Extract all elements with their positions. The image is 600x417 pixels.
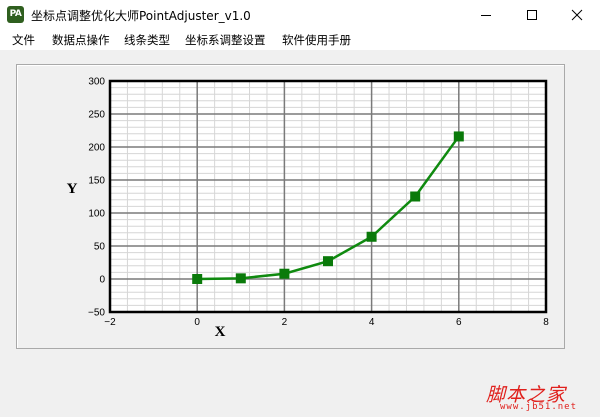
menu-bar: 文件 数据点操作 线条类型 坐标系调整设置 软件使用手册: [0, 30, 600, 50]
data-point-marker: [235, 273, 246, 284]
y-tick-label: 300: [88, 77, 105, 88]
title-bar[interactable]: PA 坐标点调整优化大师PointAdjuster_v1.0: [0, 0, 600, 30]
data-point-marker: [323, 256, 333, 267]
y-tick-labels: −50 0 50 100 150 200 250 300: [88, 77, 105, 319]
y-tick-label: 100: [88, 209, 105, 220]
chart-panel: −2 0 2 4 6 8 −50 0 50 100 150 200 250 300 X Y: [16, 64, 565, 349]
menu-file[interactable]: 文件: [12, 32, 35, 48]
minor-grid: [109, 80, 547, 313]
plot-background: [110, 81, 546, 312]
x-tick-label: 8: [543, 317, 549, 328]
menu-axis-settings[interactable]: 坐标系调整设置: [185, 32, 266, 48]
window-title: 坐标点调整优化大师PointAdjuster_v1.0: [31, 9, 251, 23]
data-point-marker: [410, 191, 421, 202]
menu-line-type[interactable]: 线条类型: [124, 32, 170, 48]
x-tick-labels: −2 0 2 4 6 8: [104, 317, 549, 328]
y-tick-label: 0: [99, 275, 105, 286]
y-tick-label: 200: [88, 143, 105, 154]
x-tick-label: 6: [456, 317, 462, 328]
data-point-marker: [279, 268, 290, 279]
x-tick-label: −2: [104, 317, 116, 328]
minimize-button[interactable]: [463, 0, 509, 30]
close-button[interactable]: [554, 0, 600, 30]
maximize-button[interactable]: [509, 0, 555, 30]
x-axis-label: X: [215, 324, 226, 340]
app-icon: PA: [7, 6, 24, 23]
x-tick-label: 2: [282, 317, 288, 328]
watermark: 脚本之家 www.jb51.net: [480, 380, 598, 416]
y-tick-label: −50: [88, 308, 105, 319]
data-point-marker: [453, 131, 464, 142]
chart: −2 0 2 4 6 8 −50 0 50 100 150 200 250 300 X Y: [67, 77, 550, 341]
y-tick-label: 50: [94, 242, 106, 253]
menu-data-point-ops[interactable]: 数据点操作: [52, 32, 110, 48]
data-point-marker: [366, 231, 377, 242]
app-window: PA 坐标点调整优化大师PointAdjuster_v1.0 文件 数据点操作 …: [0, 0, 600, 417]
y-axis-label: Y: [67, 181, 78, 197]
menu-user-manual[interactable]: 软件使用手册: [282, 32, 351, 48]
watermark-url: www.jb51.net: [500, 402, 578, 412]
x-tick-label: 0: [194, 317, 200, 328]
x-tick-label: 4: [369, 317, 375, 328]
close-icon: [571, 9, 583, 21]
minimize-icon: [481, 15, 491, 16]
y-tick-label: 150: [88, 176, 105, 187]
y-tick-label: 250: [88, 110, 105, 121]
data-point-marker: [192, 274, 203, 284]
maximize-icon: [527, 10, 537, 20]
